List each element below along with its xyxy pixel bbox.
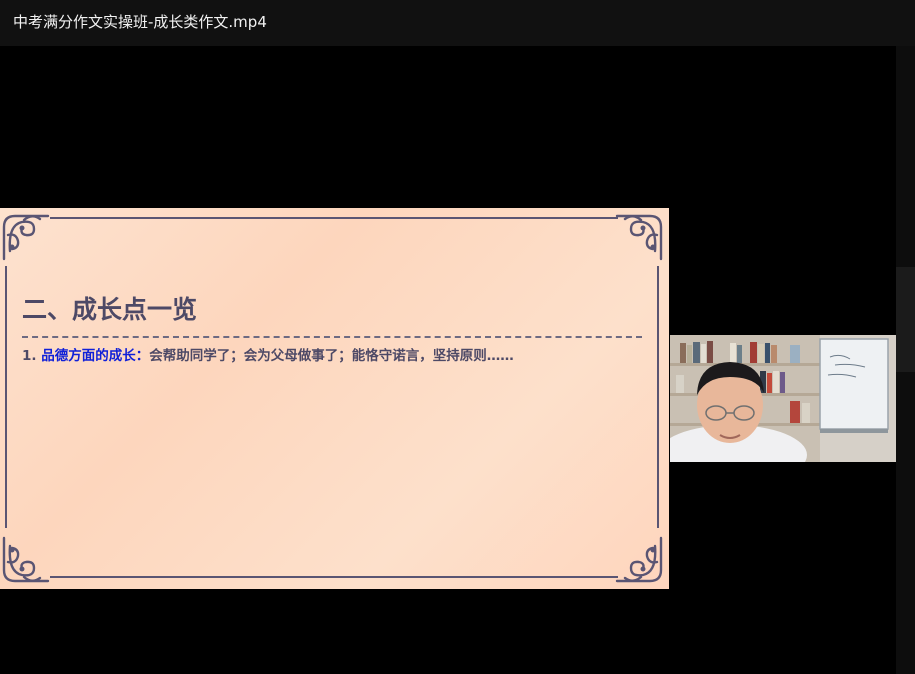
- title-bar: 中考满分作文实操班-成长类作文.mp4: [0, 0, 915, 46]
- scrollbar-thumb[interactable]: [896, 267, 915, 372]
- window-title: 中考满分作文实操班-成长类作文.mp4: [13, 13, 267, 31]
- frame-border-right: [657, 266, 659, 528]
- scroll-ornament-icon: [615, 536, 663, 583]
- bullet-keyword: 品德方面的成长：: [41, 348, 150, 364]
- scroll-ornament-icon: [615, 214, 663, 261]
- slide-heading: 二、成长点一览: [22, 295, 198, 324]
- webcam-overlay[interactable]: [670, 335, 896, 462]
- webcam-feed-image: [670, 335, 896, 462]
- scrollbar[interactable]: [896, 46, 915, 674]
- frame-border-bottom: [50, 576, 618, 578]
- presentation-slide: 二、成长点一览 1. 品德方面的成长：会帮助同学了；会为父母做事了；能恪守诺言，…: [0, 208, 669, 589]
- frame-border-left: [5, 266, 7, 528]
- scroll-ornament-icon: [2, 214, 50, 261]
- heading-divider: [22, 336, 642, 338]
- scroll-ornament-icon: [2, 536, 50, 583]
- bullet-number: 1.: [22, 348, 37, 364]
- slide-bullet-item: 1. 品德方面的成长：会帮助同学了；会为父母做事了；能恪守诺言，坚持原则……: [22, 344, 514, 364]
- bullet-text: 会帮助同学了；会为父母做事了；能恪守诺言，坚持原则……: [149, 348, 514, 364]
- frame-border-top: [50, 217, 618, 219]
